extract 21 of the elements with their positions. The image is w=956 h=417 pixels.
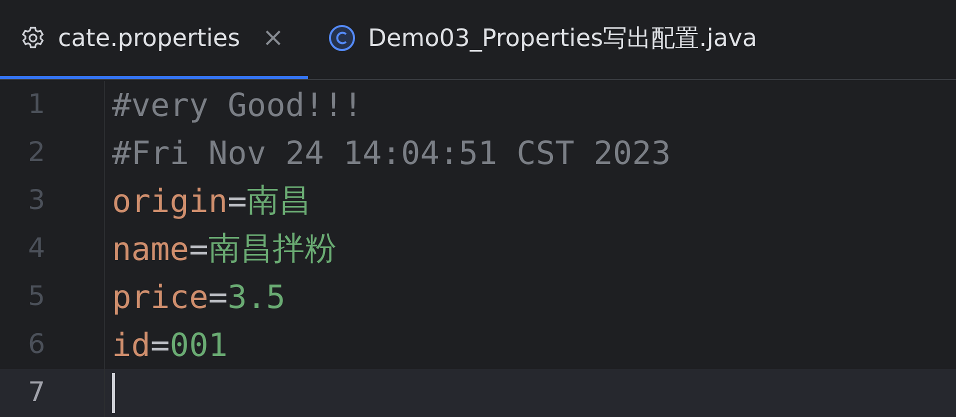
class-icon	[328, 24, 356, 52]
property-value: 南昌	[246, 180, 311, 221]
line-number: 7	[0, 369, 105, 417]
gear-icon	[20, 25, 46, 51]
equals-sign: =	[189, 230, 208, 268]
property-value: 001	[170, 326, 228, 364]
comment-text: #very Good!!!	[112, 86, 362, 124]
property-value: 南昌拌粉	[208, 228, 336, 269]
equals-sign: =	[228, 182, 247, 220]
equals-sign: =	[150, 326, 170, 364]
close-icon[interactable]: ×	[262, 23, 284, 53]
equals-sign: =	[208, 278, 228, 316]
property-key: price	[112, 278, 208, 316]
property-value: 3.5	[228, 278, 286, 316]
property-key: name	[112, 230, 190, 268]
editor-tab[interactable]: Demo03_Properties写出配置.java	[308, 0, 782, 79]
property-key: origin	[112, 182, 228, 220]
editor-tab[interactable]: cate.properties ×	[0, 0, 308, 79]
property-key: id	[112, 326, 151, 364]
text-cursor	[112, 373, 115, 413]
comment-text: #Fri Nov 24 14:04:51 CST 2023	[112, 134, 671, 172]
